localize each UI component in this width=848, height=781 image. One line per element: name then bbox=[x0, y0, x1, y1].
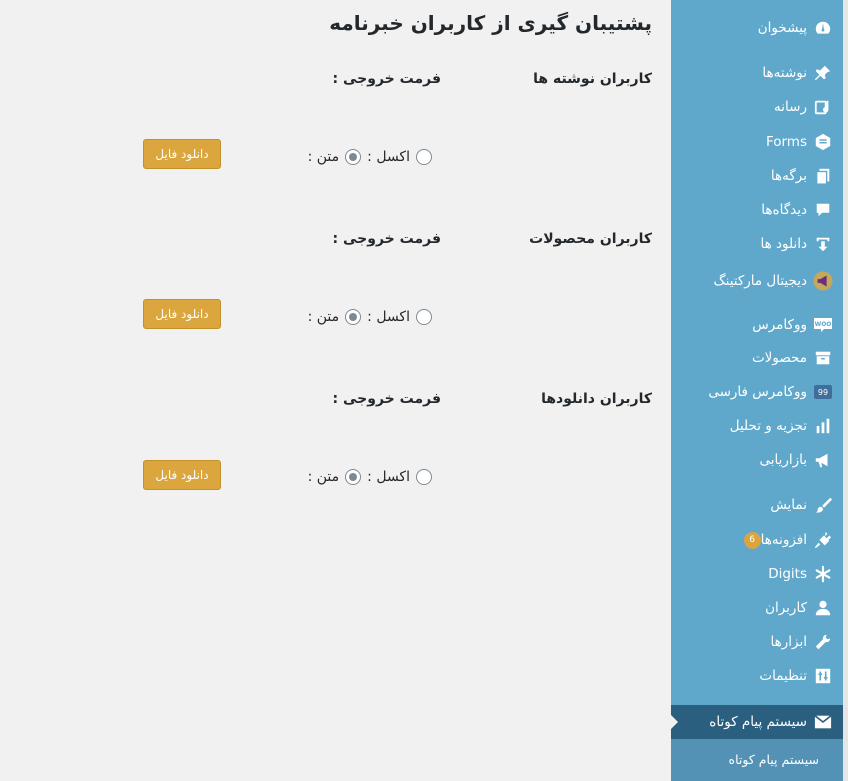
comments-icon bbox=[813, 200, 833, 220]
format-options-products: متن : اکسل : bbox=[302, 307, 432, 327]
submenu-item-sms-system[interactable]: سیستم پیام کوتاه bbox=[729, 752, 819, 767]
download-button-posts[interactable]: دانلود فایل bbox=[143, 139, 221, 169]
settings-icon bbox=[813, 666, 833, 686]
woo-persian-icon: 99 bbox=[813, 382, 833, 402]
plugin-icon bbox=[813, 530, 833, 550]
user-icon bbox=[813, 598, 833, 618]
download-icon bbox=[813, 234, 833, 254]
option-text-label: متن : bbox=[307, 309, 340, 325]
sidebar-item-dashboard[interactable]: پیشخوان bbox=[671, 13, 843, 43]
section-title-downloads-users: کاربران دانلودها bbox=[541, 391, 652, 407]
option-excel-label: اکسل : bbox=[367, 469, 410, 485]
page-title: پشتیبان گیری از کاربران خبرنامه bbox=[329, 11, 652, 35]
pin-icon bbox=[813, 63, 833, 83]
sidebar-submenu: سیستم پیام کوتاه bbox=[671, 739, 843, 781]
svg-text:WOO: WOO bbox=[815, 321, 832, 328]
digits-icon bbox=[813, 564, 833, 584]
wrench-icon bbox=[813, 632, 833, 652]
section-title-posts-users: کاربران نوشته ها bbox=[533, 71, 652, 87]
mail-icon bbox=[813, 712, 833, 732]
megaphone-icon bbox=[813, 271, 833, 291]
dashboard-icon bbox=[813, 18, 833, 38]
format-label-posts: فرمت خروجی : bbox=[332, 71, 441, 87]
chart-icon bbox=[813, 416, 833, 436]
sidebar-item-comments[interactable]: دیدگاه‌ها bbox=[671, 195, 843, 225]
sidebar-item-media[interactable]: رسانه bbox=[671, 92, 843, 122]
sidebar-item-plugins[interactable]: افزونه‌ها 6 bbox=[671, 525, 843, 555]
page-scrollbar[interactable] bbox=[843, 0, 848, 781]
sidebar-item-products[interactable]: محصولات bbox=[671, 343, 843, 373]
sidebar-item-woocommerce[interactable]: WOO ووکامرس bbox=[671, 310, 843, 340]
sidebar-item-downloads[interactable]: دانلود ها bbox=[671, 229, 843, 259]
archive-icon bbox=[813, 348, 833, 368]
sidebar-item-analytics[interactable]: تجزیه و تحلیل bbox=[671, 411, 843, 441]
sidebar-item-sms-system[interactable]: سیستم پیام کوتاه bbox=[670, 705, 843, 739]
sidebar-item-woocommerce-persian[interactable]: 99 ووکامرس فارسی bbox=[671, 377, 843, 407]
marketing-icon bbox=[813, 450, 833, 470]
forms-icon bbox=[813, 132, 833, 152]
radio-text-downloads[interactable] bbox=[345, 469, 362, 485]
radio-text-products[interactable] bbox=[345, 309, 362, 325]
format-options-downloads: متن : اکسل : bbox=[302, 467, 432, 487]
media-icon bbox=[813, 97, 833, 117]
radio-text-posts[interactable] bbox=[345, 149, 362, 165]
sidebar-item-tools[interactable]: ابزارها bbox=[671, 627, 843, 657]
radio-excel-downloads[interactable] bbox=[416, 469, 432, 485]
radio-excel-posts[interactable] bbox=[416, 149, 432, 165]
sidebar-item-appearance[interactable]: نمایش bbox=[671, 490, 843, 520]
format-label-downloads: فرمت خروجی : bbox=[332, 391, 441, 407]
download-button-downloads[interactable]: دانلود فایل bbox=[143, 460, 221, 490]
sidebar-item-digital-marketing[interactable]: دیجیتال مارکتینگ bbox=[671, 266, 843, 296]
option-excel-label: اکسل : bbox=[367, 309, 410, 325]
option-text-label: متن : bbox=[307, 149, 340, 165]
option-excel-label: اکسل : bbox=[367, 149, 410, 165]
download-button-products[interactable]: دانلود فایل bbox=[143, 299, 221, 329]
plugins-update-badge: 6 bbox=[743, 531, 761, 549]
format-label-products: فرمت خروجی : bbox=[332, 231, 441, 247]
section-title-products-users: کاربران محصولات bbox=[529, 231, 652, 247]
woo-icon: WOO bbox=[813, 315, 833, 335]
svg-text:99: 99 bbox=[818, 388, 828, 397]
sidebar-item-marketing[interactable]: بازاریابی bbox=[671, 445, 843, 475]
option-text-label: متن : bbox=[307, 469, 340, 485]
admin-sidebar: پیشخوان نوشته‌ها رسانه Forms برگه‌ها دید… bbox=[670, 0, 843, 781]
sidebar-item-users[interactable]: کاربران bbox=[671, 593, 843, 623]
sidebar-item-settings[interactable]: تنظیمات bbox=[671, 661, 843, 691]
format-options-posts: متن : اکسل : bbox=[302, 147, 432, 167]
radio-excel-products[interactable] bbox=[416, 309, 432, 325]
brush-icon bbox=[813, 495, 833, 515]
sidebar-item-pages[interactable]: برگه‌ها bbox=[671, 161, 843, 191]
sidebar-item-digits[interactable]: Digits bbox=[671, 559, 843, 589]
sidebar-item-forms[interactable]: Forms bbox=[671, 127, 843, 157]
pages-icon bbox=[813, 166, 833, 186]
sidebar-item-posts[interactable]: نوشته‌ها bbox=[671, 58, 843, 88]
